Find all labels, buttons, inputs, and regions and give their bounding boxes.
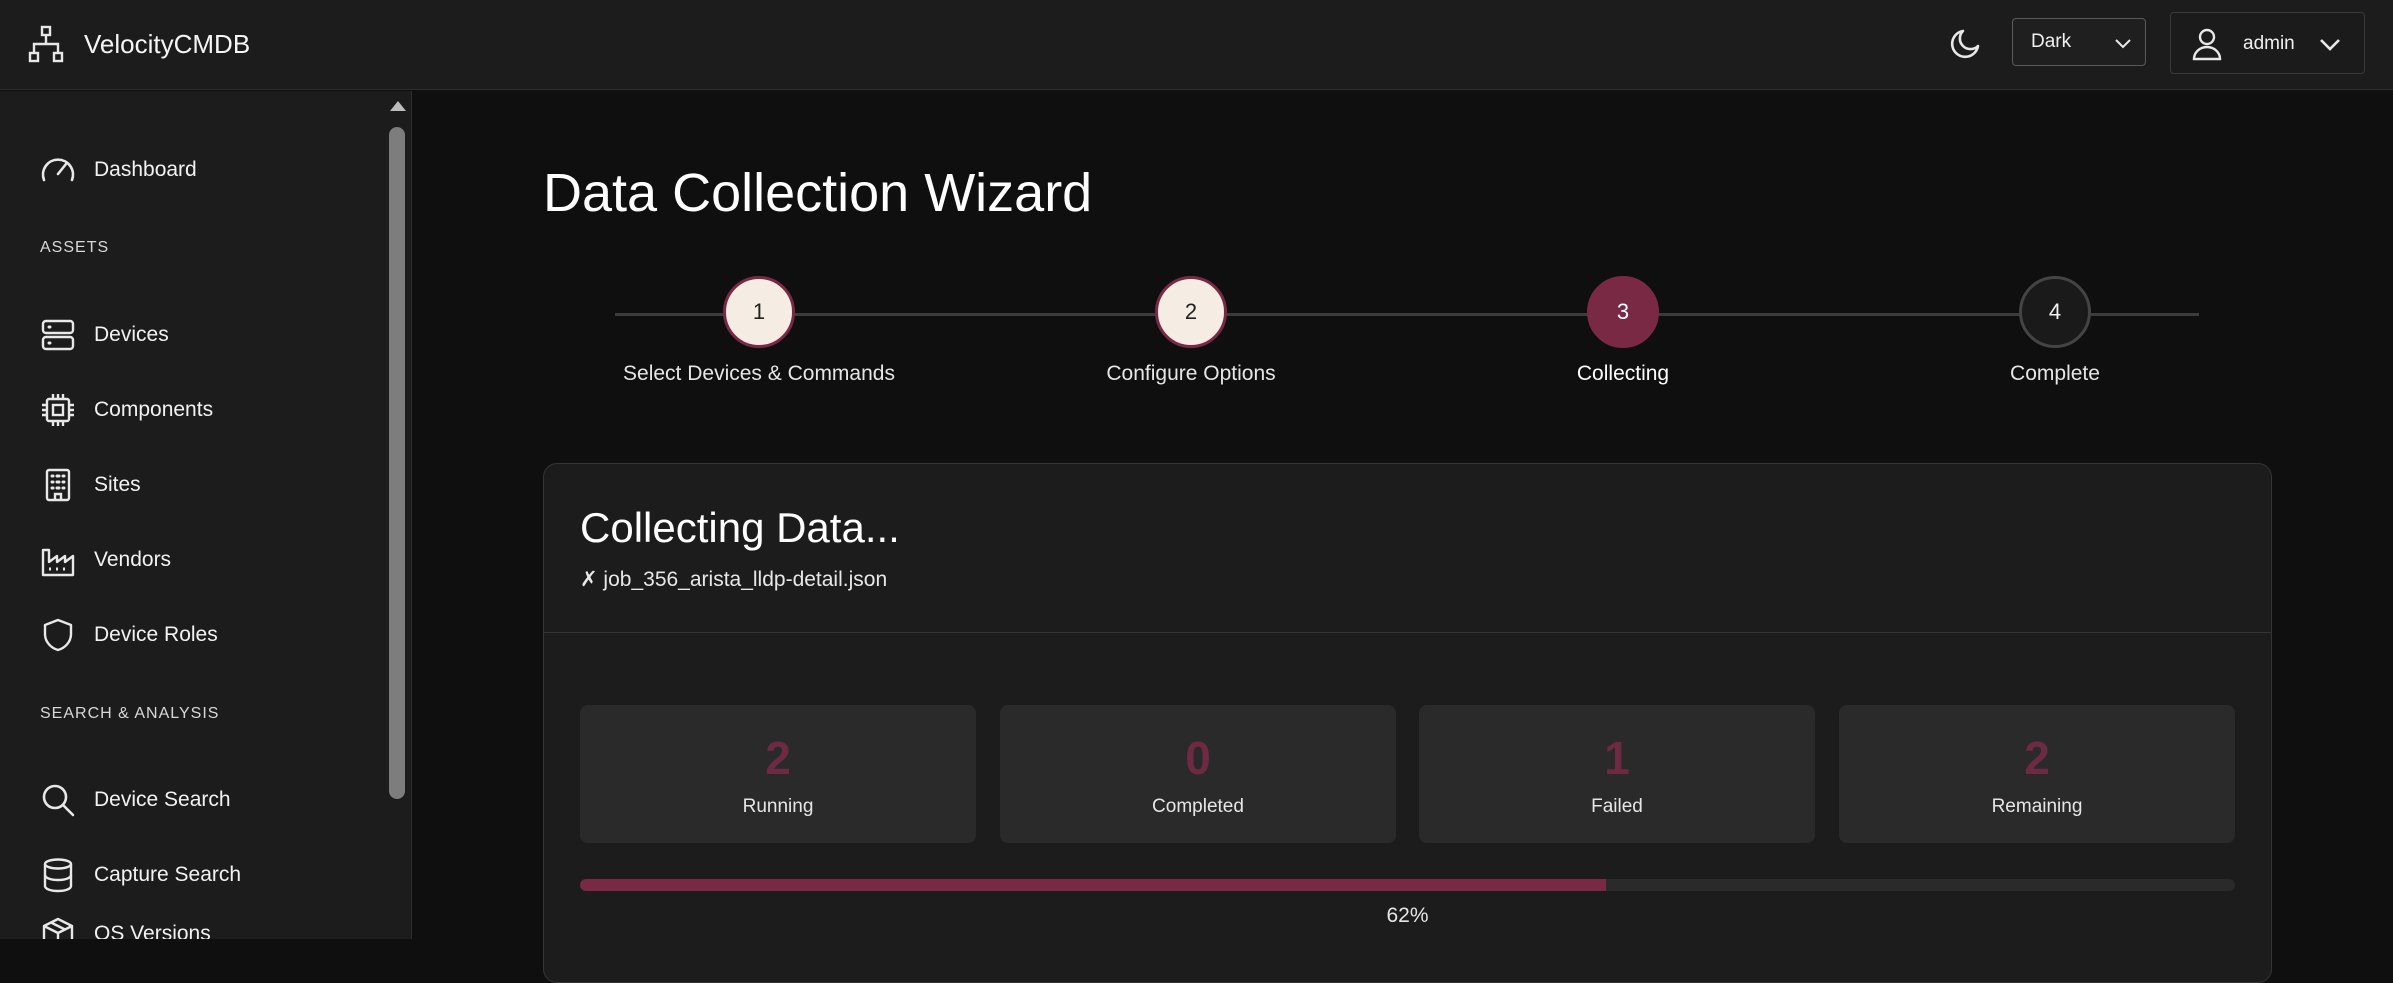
network-tree-icon [28, 25, 64, 63]
package-icon [42, 917, 74, 939]
card-header: Collecting Data... ✗ job_356_arista_lldp… [544, 464, 2271, 633]
sidebar-scrollbar[interactable] [386, 91, 408, 939]
sidebar-item-vendors[interactable]: Vendors [40, 538, 171, 582]
cpu-icon [42, 394, 74, 426]
step-1-indicator: 1 [723, 276, 795, 348]
stat-value: 2 [765, 732, 791, 784]
sidebar-item-device-roles[interactable]: Device Roles [40, 613, 218, 657]
sidebar-item-label: OS Versions [94, 922, 211, 939]
sidebar-item-dashboard[interactable]: Dashboard [40, 148, 197, 192]
sidebar-item-label: Device Search [94, 788, 231, 811]
step-3-indicator: 3 [1587, 276, 1659, 348]
step-2-label: Configure Options [1106, 362, 1276, 385]
chevron-down-icon [2115, 39, 2131, 49]
user-name: admin [2243, 33, 2295, 54]
user-menu-button[interactable]: admin [2170, 12, 2365, 74]
sidebar-item-device-search[interactable]: Device Search [40, 778, 231, 822]
search-icon [42, 784, 75, 817]
sidebar-item-label: Vendors [94, 548, 172, 571]
current-job-status: ✗ job_356_arista_lldp-detail.json [580, 568, 888, 591]
sidebar-item-label: Device Roles [94, 623, 218, 646]
sidebar-item-label: Sites [94, 473, 141, 496]
page-title: Data Collection Wizard [543, 163, 1093, 223]
step-4-label: Complete [2010, 362, 2100, 385]
stat-label: Completed [1152, 796, 1244, 817]
stat-completed: 0 Completed [1000, 705, 1396, 843]
sidebar-item-label: Devices [94, 323, 169, 346]
step-3-label: Collecting [1576, 362, 1670, 385]
brand[interactable]: VelocityCMDB [28, 24, 250, 64]
sidebar-item-label: Components [94, 398, 214, 421]
sidebar-item-label: Capture Search [94, 863, 242, 886]
sidebar-item-sites[interactable]: Sites [40, 463, 141, 507]
stat-value: 0 [1185, 732, 1211, 784]
theme-select[interactable]: Dark [2012, 18, 2146, 66]
collection-progress-card: Collecting Data... ✗ job_356_arista_lldp… [543, 463, 2272, 983]
gauge-icon [41, 158, 75, 182]
progress-percent: 62% [1386, 904, 1429, 927]
stat-label: Remaining [1991, 796, 2083, 817]
stat-running: 2 Running [580, 705, 976, 843]
user-icon [2192, 28, 2222, 61]
chevron-down-icon [2320, 39, 2340, 51]
moon-icon[interactable] [1948, 25, 1984, 61]
stepper-track [615, 313, 2199, 316]
app-title: VelocityCMDB [84, 28, 251, 59]
sidebar-section-assets: ASSETS [40, 239, 110, 256]
stat-failed: 1 Failed [1419, 705, 1815, 843]
stat-value: 2 [2024, 732, 2050, 784]
database-icon [43, 858, 73, 893]
stat-label: Running [742, 796, 814, 817]
progress-bar-fill [580, 879, 1607, 891]
card-title: Collecting Data... [580, 504, 900, 551]
sidebar: Dashboard ASSETS Devices Components Site… [0, 91, 412, 939]
sidebar-item-devices[interactable]: Devices [40, 313, 169, 357]
sidebar-item-capture-search[interactable]: Capture Search [40, 853, 241, 897]
sidebar-item-os-versions[interactable]: OS Versions [40, 912, 211, 939]
stat-value: 1 [1604, 732, 1630, 784]
scrollbar-thumb[interactable] [389, 127, 405, 799]
shield-icon [43, 618, 73, 652]
server-icon [41, 319, 75, 351]
building-icon [45, 468, 71, 502]
top-bar: VelocityCMDB Dark admin [0, 0, 2393, 90]
sidebar-item-label: Dashboard [94, 158, 197, 181]
sidebar-section-search-analysis: SEARCH & ANALYSIS [40, 705, 220, 722]
step-2-indicator: 2 [1155, 276, 1227, 348]
sidebar-item-components[interactable]: Components [40, 388, 213, 432]
stat-label: Failed [1591, 796, 1643, 817]
scroll-up-arrow-icon[interactable] [390, 101, 406, 111]
step-1-label: Select Devices & Commands [623, 362, 895, 385]
progress-bar [580, 879, 2235, 891]
theme-select-value: Dark [2031, 31, 2072, 52]
step-4-indicator: 4 [2019, 276, 2091, 348]
factory-icon [41, 548, 75, 577]
stat-remaining: 2 Remaining [1839, 705, 2235, 843]
